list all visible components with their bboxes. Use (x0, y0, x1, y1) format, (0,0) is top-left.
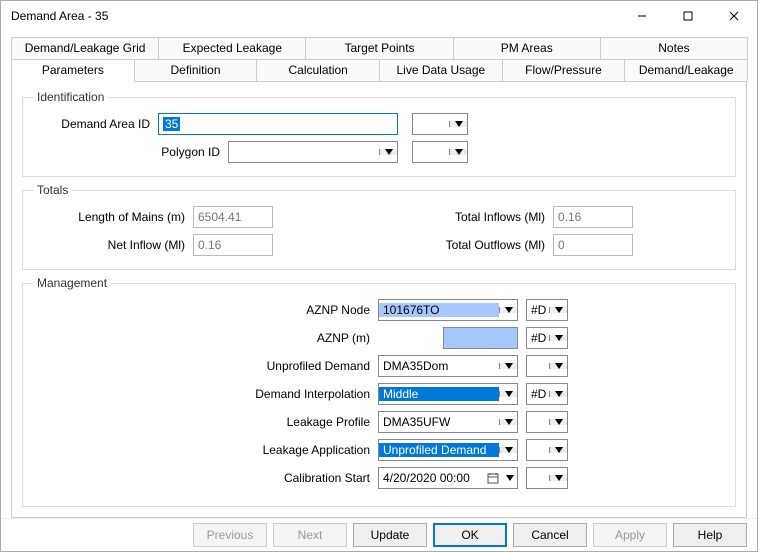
apply-button[interactable]: Apply (593, 523, 667, 547)
aznp-node-flag[interactable]: #D (526, 299, 568, 321)
chevron-down-icon (549, 419, 567, 425)
footer: Previous Next Update OK Cancel Apply Hel… (1, 518, 757, 551)
tab-demand-leakage-grid[interactable]: Demand/Leakage Grid (11, 37, 159, 59)
calibration-start-label: Calibration Start (33, 471, 378, 485)
chevron-down-icon (549, 307, 567, 313)
calibration-start-flag[interactable] (526, 467, 568, 489)
polygon-id-label: Polygon ID (33, 145, 228, 159)
chevron-down-icon (449, 121, 467, 127)
tab-target-points[interactable]: Target Points (305, 37, 453, 59)
total-outflows-label: Total Outflows (Ml) (273, 238, 553, 252)
tab-content: Identification Demand Area ID 35 Polygon… (11, 81, 747, 518)
demand-area-id-label: Demand Area ID (33, 117, 158, 131)
maximize-button[interactable] (665, 1, 711, 31)
chevron-down-icon (499, 447, 517, 453)
demand-area-id-input[interactable]: 35 (158, 113, 398, 135)
unprofiled-demand-combo[interactable]: DMA35Dom (378, 355, 518, 377)
unprofiled-demand-flag[interactable] (526, 355, 568, 377)
aznp-m-flag[interactable]: #D (526, 327, 568, 349)
leakage-profile-flag[interactable] (526, 411, 568, 433)
leakage-profile-combo[interactable]: DMA35UFW (378, 411, 518, 433)
chevron-down-icon (549, 335, 567, 341)
aznp-m-label: AZNP (m) (33, 331, 378, 345)
calibration-start-picker[interactable]: 4/20/2020 00:00 (378, 467, 518, 489)
tab-flow-pressure[interactable]: Flow/Pressure (502, 59, 626, 81)
net-inflow-label: Net Inflow (Ml) (33, 238, 193, 252)
totals-group: Totals Length of Mains (m) 6504.41 Total… (22, 183, 736, 270)
total-outflows-value: 0 (553, 234, 633, 256)
leakage-app-combo[interactable]: Unprofiled Demand (378, 439, 518, 461)
aznp-node-label: AZNP Node (33, 303, 378, 317)
tab-definition[interactable]: Definition (134, 59, 258, 81)
length-label: Length of Mains (m) (33, 210, 193, 224)
tab-demand-leakage[interactable]: Demand/Leakage (624, 59, 748, 81)
chevron-down-icon (499, 419, 517, 425)
demand-area-id-flag[interactable] (412, 113, 468, 135)
total-inflows-value: 0.16 (553, 206, 633, 228)
chevron-down-icon (503, 468, 517, 488)
demand-interp-combo[interactable]: Middle (378, 383, 518, 405)
totals-legend: Totals (33, 183, 72, 197)
minimize-button[interactable] (619, 1, 665, 31)
total-inflows-label: Total Inflows (Ml) (273, 210, 553, 224)
aznp-node-combo[interactable]: 101676TO (378, 299, 518, 321)
polygon-id-flag[interactable] (412, 141, 468, 163)
leakage-app-flag[interactable] (526, 439, 568, 461)
identification-group: Identification Demand Area ID 35 Polygon… (22, 90, 736, 177)
chevron-down-icon (379, 149, 397, 155)
demand-interp-label: Demand Interpolation (33, 387, 378, 401)
chevron-down-icon (499, 363, 517, 369)
net-inflow-value: 0.16 (193, 234, 273, 256)
tab-parameters[interactable]: Parameters (11, 59, 135, 81)
management-group: Management AZNP Node 101676TO #D AZNP (m… (22, 276, 736, 507)
chevron-down-icon (499, 307, 517, 313)
update-button[interactable]: Update (353, 523, 427, 547)
cancel-button[interactable]: Cancel (513, 523, 587, 547)
identification-legend: Identification (33, 90, 108, 104)
unprofiled-demand-label: Unprofiled Demand (33, 359, 378, 373)
window: Demand Area - 35 Demand/Leakage Grid Exp… (0, 0, 758, 552)
length-value: 6504.41 (193, 206, 273, 228)
tab-expected-leakage[interactable]: Expected Leakage (158, 37, 306, 59)
polygon-id-combo[interactable] (228, 141, 398, 163)
tab-calculation[interactable]: Calculation (256, 59, 380, 81)
help-button[interactable]: Help (673, 523, 747, 547)
tab-live-data-usage[interactable]: Live Data Usage (379, 59, 503, 81)
leakage-profile-label: Leakage Profile (33, 415, 378, 429)
window-title: Demand Area - 35 (11, 9, 619, 23)
chevron-down-icon (549, 475, 567, 481)
next-button[interactable]: Next (273, 523, 347, 547)
previous-button[interactable]: Previous (193, 523, 267, 547)
tab-notes[interactable]: Notes (600, 37, 748, 59)
aznp-m-input[interactable] (443, 327, 518, 349)
chevron-down-icon (549, 363, 567, 369)
chevron-down-icon (549, 391, 567, 397)
titlebar: Demand Area - 35 (1, 1, 757, 31)
chevron-down-icon (449, 149, 467, 155)
demand-interp-flag[interactable]: #D (526, 383, 568, 405)
leakage-app-label: Leakage Application (33, 443, 378, 457)
calendar-icon (483, 468, 503, 488)
chevron-down-icon (499, 391, 517, 397)
management-legend: Management (33, 276, 111, 290)
tab-pm-areas[interactable]: PM Areas (453, 37, 601, 59)
close-button[interactable] (711, 1, 757, 31)
tabstrip: Demand/Leakage Grid Expected Leakage Tar… (11, 37, 747, 81)
chevron-down-icon (549, 447, 567, 453)
client-area: Demand/Leakage Grid Expected Leakage Tar… (1, 31, 757, 518)
ok-button[interactable]: OK (433, 523, 507, 547)
